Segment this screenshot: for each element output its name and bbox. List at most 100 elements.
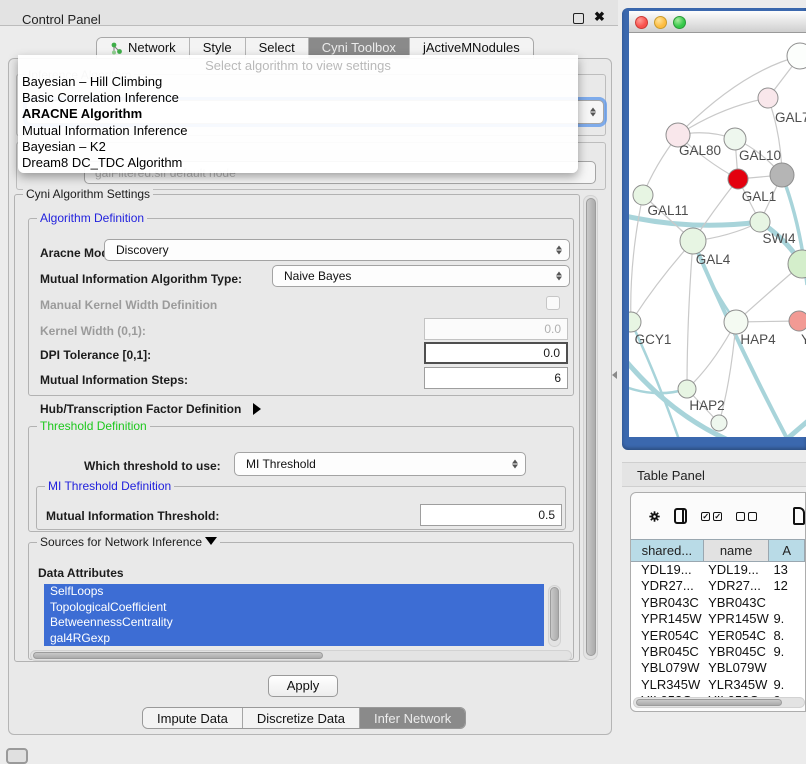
select-all-columns-icon[interactable]: ✓✓ <box>701 512 722 521</box>
network-edge <box>687 241 693 389</box>
network-node-gal4[interactable] <box>680 228 706 254</box>
network-node-hap4[interactable] <box>724 310 748 334</box>
expanded-arrow-icon[interactable] <box>205 537 217 545</box>
network-node-gcy1[interactable] <box>629 312 641 332</box>
network-canvas[interactable]: GAL7GAL80GAL10GAL1SWI4GAL11GAL4GCY1HAP4Y… <box>629 33 806 437</box>
mi-type-label: Mutual Information Algorithm Type: <box>40 272 242 286</box>
dropdown-item[interactable]: Mutual Information Inference <box>18 123 578 139</box>
attribute-item-selected[interactable]: gal4RGexp <box>44 631 544 647</box>
mi-steps-input[interactable]: 6 <box>424 367 568 389</box>
dropdown-item[interactable]: Bayesian – Hill Climbing <box>18 74 578 90</box>
network-node-gal1[interactable] <box>728 169 748 189</box>
table-cell: YDR27... <box>631 578 704 594</box>
network-node[interactable] <box>787 43 806 69</box>
window-minimize-button[interactable] <box>654 16 667 29</box>
table-cell <box>769 660 805 676</box>
table-cell: YPR145W <box>631 611 704 627</box>
table-cell: YPR145W <box>704 611 769 627</box>
dpi-tolerance-input[interactable]: 0.0 <box>424 342 568 364</box>
network-node[interactable] <box>770 163 794 187</box>
function-builder-icon[interactable] <box>793 507 805 525</box>
table-cell: 9. <box>769 611 805 627</box>
mi-threshold-input[interactable]: 0.5 <box>420 504 562 526</box>
which-threshold-combobox[interactable]: MI Threshold <box>234 452 526 476</box>
attribute-item-selected[interactable]: BetweennessCentrality <box>44 615 544 631</box>
settings-scrollbar[interactable] <box>583 195 598 660</box>
combo-stepper-icon <box>512 460 518 469</box>
float-panel-icon[interactable] <box>573 13 584 24</box>
which-threshold-label: Which threshold to use: <box>84 459 221 473</box>
column-header-clipped[interactable]: A <box>769 540 805 561</box>
network-node-gal10[interactable] <box>724 128 746 150</box>
combo-stepper-icon <box>556 272 562 281</box>
attributes-list-scrollbar[interactable] <box>548 585 561 647</box>
node-label: HAP4 <box>740 332 776 347</box>
gear-icon[interactable] <box>649 508 660 525</box>
network-node[interactable] <box>711 415 727 431</box>
combo-stepper-icon <box>590 108 596 117</box>
network-canvas-container: GAL7GAL80GAL10GAL1SWI4GAL11GAL4GCY1HAP4Y… <box>629 33 806 437</box>
manual-kernel-checkbox[interactable] <box>546 296 560 310</box>
table-cell: YBR043C <box>704 595 769 611</box>
table-row[interactable]: YBL079WYBL079W <box>631 660 805 676</box>
column-header-shared-name[interactable]: shared... <box>631 540 704 561</box>
close-panel-icon[interactable]: ✖ <box>594 9 605 25</box>
table-row[interactable]: YDR27...YDR27...12 <box>631 578 805 594</box>
table-row[interactable]: YPR145WYPR145W9. <box>631 611 805 627</box>
column-header-name[interactable]: name <box>704 540 770 561</box>
attribute-item-selected[interactable]: SelfLoops <box>44 584 544 600</box>
dropdown-item[interactable]: Bayesian – K2 <box>18 139 578 155</box>
table-cell: YBL079W <box>631 660 704 676</box>
table-cell: YBR045C <box>631 644 704 660</box>
table-horizontal-scrollbar[interactable] <box>633 697 805 708</box>
kernel-width-input[interactable]: 0.0 <box>424 318 568 340</box>
table-cell: YDL19... <box>631 562 704 578</box>
network-node-swi4[interactable] <box>750 212 770 232</box>
sources-horizontal-scrollbar[interactable] <box>30 650 572 661</box>
unselect-all-columns-icon[interactable] <box>736 512 757 521</box>
aracne-mode-combobox[interactable]: Discovery <box>104 239 570 261</box>
network-window-titlebar[interactable] <box>629 11 806 33</box>
column-browser-icon[interactable] <box>674 508 687 524</box>
table-header-row: shared... name A <box>631 539 805 562</box>
control-panel-title: Control Panel <box>22 12 101 27</box>
dropdown-item-selected[interactable]: ARACNE Algorithm <box>18 106 578 122</box>
splitter-handle[interactable] <box>612 371 617 379</box>
dropdown-placeholder: Select algorithm to view settings <box>18 55 578 74</box>
table-cell: 12 <box>769 578 805 594</box>
node-label: HAP2 <box>689 398 724 413</box>
data-attributes-list: SelfLoops TopologicalCoefficient Between… <box>44 584 544 646</box>
node-label: GAL80 <box>679 143 721 158</box>
dropdown-item[interactable]: Basic Correlation Inference <box>18 90 578 106</box>
table-cell: YLR345W <box>631 677 704 693</box>
table-cell: YDL19... <box>704 562 769 578</box>
node-label: GAL10 <box>739 148 781 163</box>
apply-button[interactable]: Apply <box>268 675 338 697</box>
table-row[interactable]: YDL19...YDL19...13 <box>631 562 805 578</box>
table-row[interactable]: YBR045CYBR045C9. <box>631 644 805 660</box>
table-row[interactable]: YLR345WYLR345W9. <box>631 677 805 693</box>
node-label: GAL7 <box>775 110 806 125</box>
tab-impute-data[interactable]: Impute Data <box>143 708 243 728</box>
cyni-bottom-tabs: Impute Data Discretize Data Infer Networ… <box>142 707 466 729</box>
hub-definition-toggle[interactable]: Hub/Transcription Factor Definition <box>40 402 261 416</box>
tab-infer-network[interactable]: Infer Network <box>360 708 465 728</box>
table-row[interactable]: YBR043CYBR043C <box>631 595 805 611</box>
tab-discretize-data[interactable]: Discretize Data <box>243 708 360 728</box>
table-cell: 9. <box>769 644 805 660</box>
attribute-item-selected[interactable]: TopologicalCoefficient <box>44 600 544 616</box>
table-cell: YER054C <box>631 628 704 644</box>
table-cell: YLR345W <box>704 677 769 693</box>
network-node-gal7[interactable] <box>758 88 778 108</box>
network-node-y[interactable] <box>789 311 806 331</box>
table-cell: YBR045C <box>704 644 769 660</box>
table-row[interactable]: YER054CYER054C8. <box>631 628 805 644</box>
collapsed-arrow-icon <box>253 403 261 415</box>
network-node-hap2[interactable] <box>678 380 696 398</box>
window-zoom-button[interactable] <box>673 16 686 29</box>
dropdown-item[interactable]: Dream8 DC_TDC Algorithm <box>18 155 578 171</box>
network-node-gal11[interactable] <box>633 185 653 205</box>
mi-algorithm-type-combobox[interactable]: Naive Bayes <box>272 265 570 287</box>
window-close-button[interactable] <box>635 16 648 29</box>
table-window: ✓✓ shared... name A YDL19...YDL19...13YD… <box>630 492 806 712</box>
